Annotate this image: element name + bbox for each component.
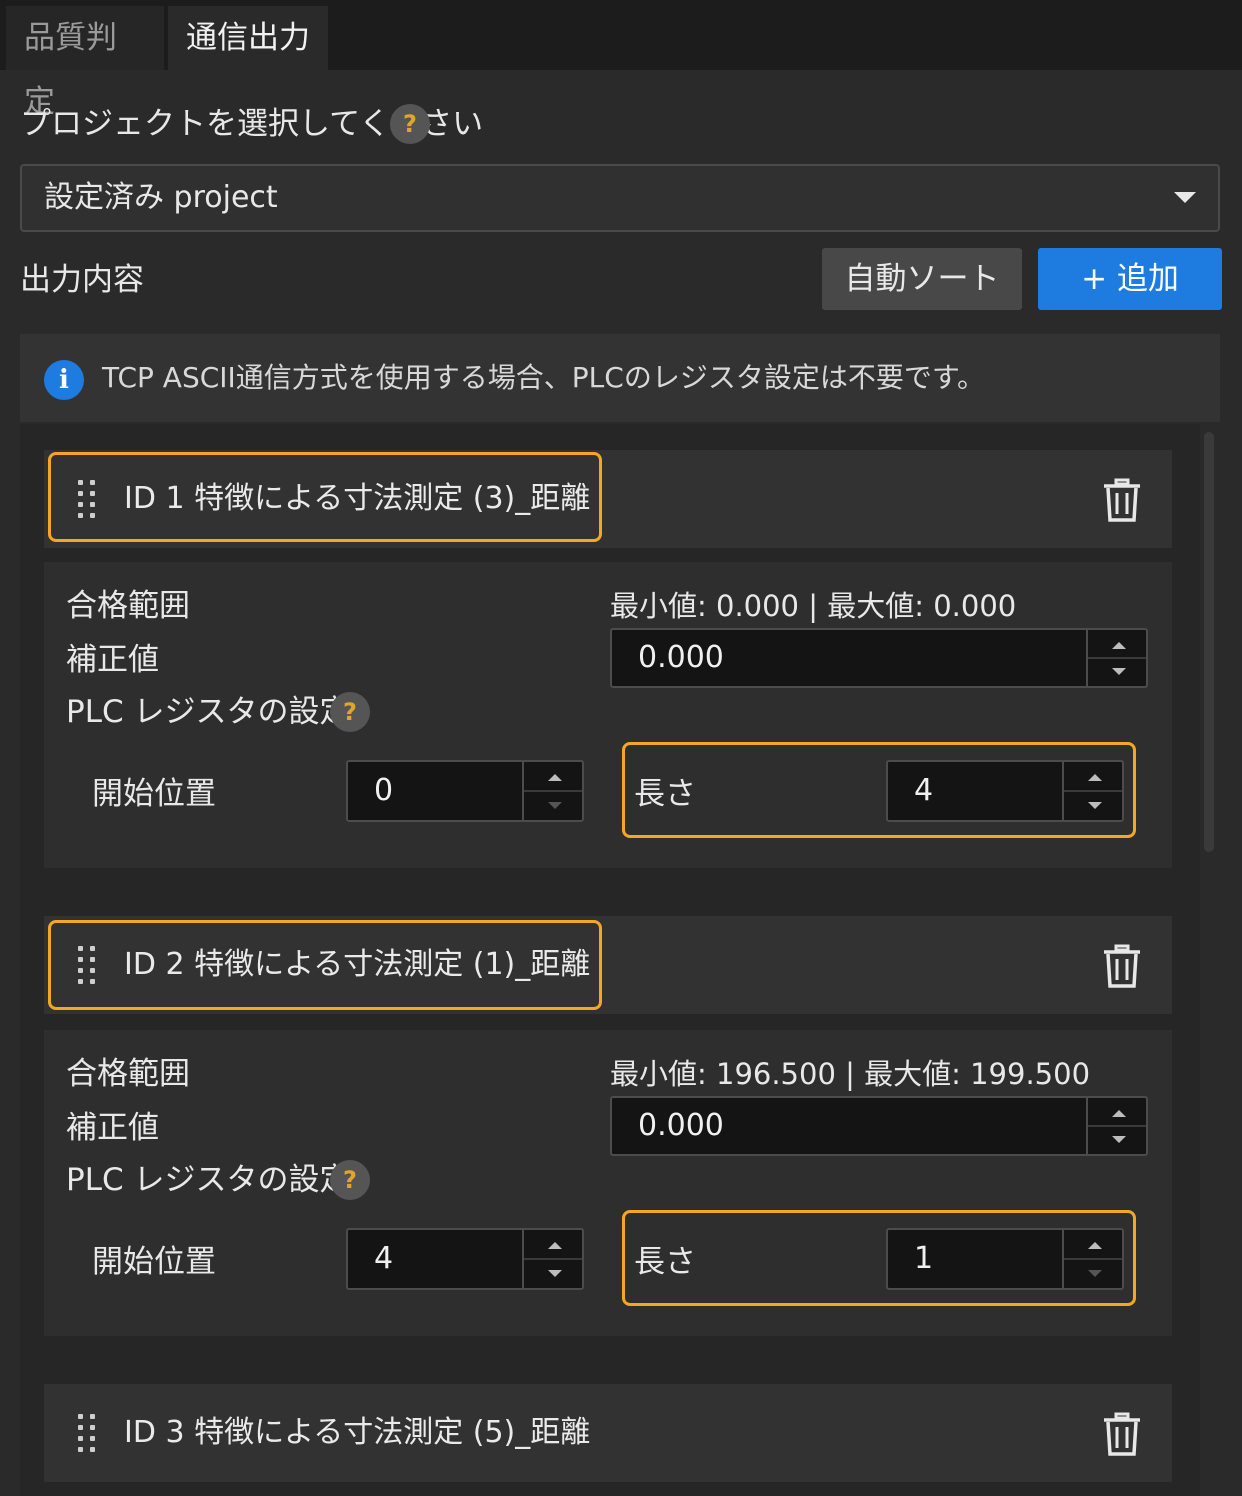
chevron-up-icon[interactable]: [1112, 642, 1126, 649]
start-position-value: 4: [374, 1241, 394, 1276]
correction-input[interactable]: 0.000: [610, 628, 1148, 688]
chevron-down-icon[interactable]: [1088, 1270, 1102, 1277]
correction-stepper[interactable]: [1086, 1098, 1146, 1154]
info-icon: i: [44, 360, 84, 400]
length-value: 1: [914, 1241, 934, 1276]
chevron-down-icon[interactable]: [1112, 1136, 1126, 1143]
start-position-stepper[interactable]: [522, 762, 582, 820]
chevron-up-icon[interactable]: [1112, 1110, 1126, 1117]
correction-value: 0.000: [638, 1108, 724, 1143]
pass-range-value: 最小値: 196.500 | 最大値: 199.500: [610, 1057, 1091, 1091]
start-position-label: 開始位置: [92, 1244, 216, 1280]
chevron-up-icon[interactable]: [1088, 774, 1102, 781]
project-help-icon[interactable]: ?: [390, 104, 430, 144]
plc-register-label: PLC レジスタの設定: [66, 694, 351, 730]
length-value: 4: [914, 773, 934, 808]
info-banner: i TCP ASCII通信方式を使用する場合、PLCのレジスタ設定は不要です。: [20, 334, 1220, 422]
length-input[interactable]: 1: [886, 1228, 1124, 1290]
project-select[interactable]: 設定済み project: [20, 164, 1220, 232]
start-position-label: 開始位置: [92, 776, 216, 812]
info-text: TCP ASCII通信方式を使用する場合、PLCのレジスタ設定は不要です。: [102, 361, 986, 394]
tab-bar: 品質判定 通信出力: [0, 0, 1242, 120]
length-label: 長さ: [634, 776, 696, 812]
chevron-up-icon[interactable]: [1088, 1242, 1102, 1249]
correction-label: 補正値: [66, 1110, 159, 1146]
correction-input[interactable]: 0.000: [610, 1096, 1148, 1156]
title-highlight-box: [48, 920, 602, 1010]
trash-icon[interactable]: [1102, 944, 1142, 988]
output-content-label: 出力内容: [20, 262, 144, 298]
correction-stepper[interactable]: [1086, 630, 1146, 686]
plc-help-icon[interactable]: ?: [330, 692, 370, 732]
drag-handle-icon[interactable]: [76, 1414, 100, 1452]
tab-communication-output[interactable]: 通信出力: [168, 6, 328, 70]
length-label: 長さ: [634, 1244, 696, 1280]
start-position-value: 0: [374, 773, 394, 808]
chevron-down-icon[interactable]: [1088, 802, 1102, 809]
output-item-header[interactable]: ID 3 特徴による寸法測定 (5)_距離: [44, 1384, 1172, 1482]
project-select-value: 設定済み project: [44, 180, 278, 215]
list-scrollbar[interactable]: [1204, 432, 1214, 852]
length-input[interactable]: 4: [886, 760, 1124, 822]
correction-label: 補正値: [66, 642, 159, 678]
pass-range-value: 最小値: 0.000 | 最大値: 0.000: [610, 589, 1017, 623]
chevron-down-icon: [1174, 192, 1196, 203]
start-position-input[interactable]: 0: [346, 760, 584, 822]
length-stepper[interactable]: [1062, 1230, 1122, 1288]
trash-icon[interactable]: [1102, 1412, 1142, 1456]
auto-sort-button[interactable]: 自動ソート: [822, 248, 1022, 310]
chevron-down-icon[interactable]: [1112, 668, 1126, 675]
chevron-up-icon[interactable]: [548, 1242, 562, 1249]
chevron-down-icon[interactable]: [548, 802, 562, 809]
length-stepper[interactable]: [1062, 762, 1122, 820]
plc-register-label: PLC レジスタの設定: [66, 1162, 351, 1198]
start-position-stepper[interactable]: [522, 1230, 582, 1288]
pass-range-label: 合格範囲: [66, 1056, 190, 1092]
add-button[interactable]: + 追加: [1038, 248, 1222, 310]
correction-value: 0.000: [638, 640, 724, 675]
pass-range-label: 合格範囲: [66, 588, 190, 624]
output-item-title: ID 3 特徴による寸法測定 (5)_距離: [124, 1415, 591, 1450]
tab-quality-judgement[interactable]: 品質判定: [6, 6, 164, 120]
chevron-down-icon[interactable]: [548, 1270, 562, 1277]
trash-icon[interactable]: [1102, 478, 1142, 522]
chevron-up-icon[interactable]: [548, 774, 562, 781]
title-highlight-box: [48, 452, 602, 542]
start-position-input[interactable]: 4: [346, 1228, 584, 1290]
plc-help-icon[interactable]: ?: [330, 1160, 370, 1200]
